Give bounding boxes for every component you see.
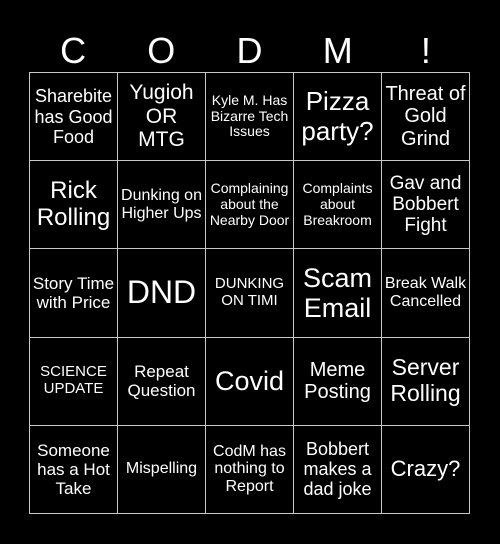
bingo-cell-text: Crazy? (390, 456, 461, 482)
bingo-cell[interactable]: Complaints about Breakroom (294, 161, 382, 250)
header-letter: C (60, 30, 87, 71)
bingo-cell[interactable]: Covid (206, 337, 294, 426)
bingo-cell[interactable]: Sharebite has Good Food (30, 73, 118, 162)
bingo-cell[interactable]: Yugioh OR MTG (118, 73, 206, 162)
bingo-cell[interactable]: Bobbert makes a dad joke (294, 425, 382, 514)
header-letter: ! (420, 30, 431, 71)
bingo-cell[interactable]: DUNKING ON TIMI (206, 249, 294, 338)
bingo-cell[interactable]: DND (118, 249, 206, 338)
bingo-cell-text: DND (126, 274, 197, 311)
bingo-cell-text: Threat of Gold Grind (385, 83, 466, 150)
bingo-cell-text: Kyle M. Has Bizarre Tech Issues (210, 92, 289, 140)
bingo-cell-text: Complaints about Breakroom (302, 180, 373, 228)
bingo-grid: Sharebite has Good Food Yugioh OR MTG Kyle… (29, 72, 470, 514)
bingo-header: C O D M ! (29, 30, 470, 72)
bingo-cell-text: Repeat Question (127, 362, 196, 401)
header-letter: M (322, 30, 353, 71)
bingo-cell-text: Bobbert makes a dad joke (303, 439, 372, 500)
bingo-cell-text: SCIENCE UPDATE (40, 363, 107, 398)
bingo-cell-text: Someone has a Hot Take (37, 440, 110, 498)
bingo-cell[interactable]: Repeat Question (118, 337, 206, 426)
bingo-cell-text: Sharebite has Good Food (34, 86, 113, 147)
bingo-cell-text: Rick Rolling (36, 176, 111, 231)
bingo-cell[interactable]: Threat of Gold Grind (382, 73, 470, 162)
bingo-cell-text: Meme Posting (304, 358, 371, 404)
bingo-cell[interactable]: Mispelling (118, 425, 206, 514)
bingo-cell-text: Gav and Bobbert Fight (389, 172, 462, 237)
bingo-cell[interactable]: Pizza party? (294, 73, 382, 162)
bingo-cell[interactable]: Someone has a Hot Take (30, 425, 118, 514)
bingo-cell-text: DUNKING ON TIMI (214, 275, 285, 309)
bingo-cell[interactable]: Gav and Bobbert Fight (382, 161, 470, 250)
bingo-cell-text: Dunking on Higher Ups (121, 186, 202, 222)
bingo-cell-text: Complaining about the Nearby Door (209, 180, 290, 228)
bingo-cell-text: Mispelling (125, 460, 198, 478)
bingo-cell-text: Pizza party? (301, 86, 374, 146)
header-letter: O (147, 30, 176, 71)
bingo-cell[interactable]: Story Time with Price (30, 249, 118, 338)
bingo-cell-text: Scam Email (302, 262, 373, 323)
bingo-cell[interactable]: Dunking on Higher Ups (118, 161, 206, 250)
bingo-cell-text: Story Time with Price (32, 273, 115, 312)
bingo-cell[interactable]: Meme Posting (294, 337, 382, 426)
bingo-cell-text: CodM has nothing to Report (213, 442, 286, 496)
bingo-cell-text: Covid (214, 366, 285, 397)
bingo-cell[interactable]: CodM has nothing to Report (206, 425, 294, 514)
bingo-cell-text: Break Walk Cancelled (384, 275, 467, 310)
bingo-cell[interactable]: Kyle M. Has Bizarre Tech Issues (206, 73, 294, 162)
bingo-cell[interactable]: Complaining about the Nearby Door (206, 161, 294, 250)
bingo-cell[interactable]: Crazy? (382, 425, 470, 514)
bingo-cell[interactable]: SCIENCE UPDATE (30, 337, 118, 426)
header-letter: D (236, 30, 263, 71)
bingo-cell[interactable]: Break Walk Cancelled (382, 249, 470, 338)
bingo-cell-text: Server Rolling (390, 354, 461, 407)
bingo-cell[interactable]: Scam Email (294, 249, 382, 338)
bingo-cell-text: Yugioh OR MTG (129, 81, 194, 152)
bingo-cell[interactable]: Rick Rolling (30, 161, 118, 250)
bingo-cell[interactable]: Server Rolling (382, 337, 470, 426)
